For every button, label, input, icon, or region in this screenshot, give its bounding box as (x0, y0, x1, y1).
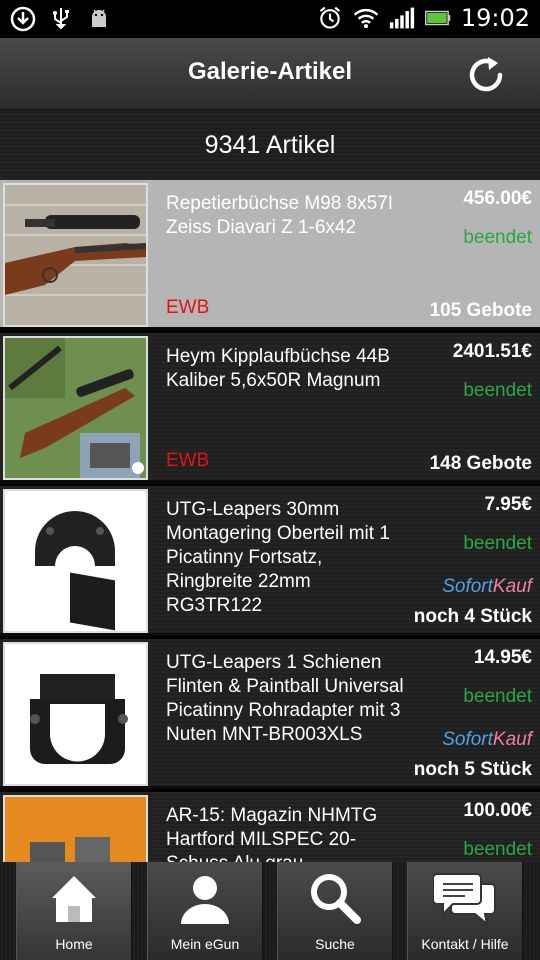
article-list[interactable]: Repetierbüchse M98 8x57I Zeiss Diavari Z… (0, 180, 540, 862)
article-item[interactable]: UTG-Leapers 1 Schienen Flinten & Paintba… (0, 639, 540, 789)
article-status: beendet (463, 686, 532, 707)
article-bids: 148 Gebote (429, 453, 532, 474)
article-thumbnail-magazine (3, 795, 148, 862)
nav-label: Suche (315, 936, 355, 952)
article-status: beendet (463, 533, 532, 554)
app-header: Galerie-Artikel (0, 38, 540, 110)
nav-label: Home (55, 936, 93, 952)
article-item[interactable]: UTG-Leapers 30mm Montagering Oberteil mi… (0, 486, 540, 636)
article-title: UTG-Leapers 30mm Montagering Oberteil mi… (166, 499, 390, 616)
status-time: 19:02 (460, 4, 530, 32)
usb-icon (48, 6, 74, 32)
android-debug-icon (86, 6, 112, 32)
article-count-bar: 9341 Artikel (0, 110, 540, 180)
article-price: 2401.51€ (452, 341, 532, 362)
battery-icon (424, 5, 451, 31)
sofortkauf-label: SofortKauf (442, 729, 532, 750)
chat-icon (433, 873, 496, 926)
article-price: 14.95€ (473, 647, 532, 668)
article-bids: 105 Gebote (429, 300, 532, 321)
status-bar: 19:02 (0, 0, 540, 38)
article-title: AR-15: Magazin NHMTG Hartford MILSPEC 20… (166, 805, 378, 862)
ewb-label: EWB (166, 297, 210, 318)
download-icon (10, 6, 36, 32)
refresh-button[interactable] (462, 51, 510, 99)
article-thumbnail-barrel-adapter (3, 642, 148, 786)
nav-home[interactable]: Home (16, 862, 132, 960)
nav-kontakt-hilfe[interactable]: Kontakt / Hilfe (407, 862, 523, 960)
nav-label: Mein eGun (170, 936, 240, 952)
page-title: Galerie-Artikel (187, 58, 353, 85)
article-price: 7.95€ (484, 494, 532, 515)
article-thumbnail-rifle-collage (3, 336, 148, 480)
wifi-icon (353, 5, 379, 31)
article-title: UTG-Leapers 1 Schienen Flinten & Paintba… (166, 652, 404, 745)
article-title: Repetierbüchse M98 8x57I Zeiss Diavari Z… (166, 193, 394, 238)
nav-mein-egun[interactable]: Mein eGun (147, 862, 263, 960)
refresh-icon (469, 57, 503, 92)
article-price: 100.00€ (463, 800, 532, 821)
article-title: Heym Kipplaufbüchse 44B Kaliber 5,6x50R … (166, 346, 390, 391)
article-status: beendet (463, 227, 532, 248)
signal-icon (389, 5, 415, 31)
article-thumbnail-scope-ring (3, 489, 148, 633)
bottom-navigation: Home Mein eGun Suche Kontakt / Hilfe (0, 862, 540, 960)
alarm-icon (317, 5, 343, 31)
article-stock: noch 4 Stück (413, 606, 532, 627)
article-price: 456.00€ (463, 188, 532, 209)
nav-label: Kontakt / Hilfe (421, 936, 509, 952)
article-item[interactable]: Repetierbüchse M98 8x57I Zeiss Diavari Z… (0, 180, 540, 330)
article-status: beendet (463, 380, 532, 401)
home-icon (52, 876, 96, 922)
article-status: beendet (463, 839, 532, 860)
article-thumbnail-rifle-scope (3, 183, 148, 327)
ewb-label: EWB (166, 450, 210, 471)
sofortkauf-label: SofortKauf (442, 576, 532, 597)
user-icon (181, 876, 229, 924)
article-item[interactable]: AR-15: Magazin NHMTG Hartford MILSPEC 20… (0, 792, 540, 862)
article-item[interactable]: Heym Kipplaufbüchse 44B Kaliber 5,6x50R … (0, 333, 540, 483)
nav-suche[interactable]: Suche (277, 862, 393, 960)
search-icon (311, 874, 361, 924)
article-stock: noch 5 Stück (413, 759, 532, 780)
article-count: 9341 Artikel (204, 131, 336, 159)
